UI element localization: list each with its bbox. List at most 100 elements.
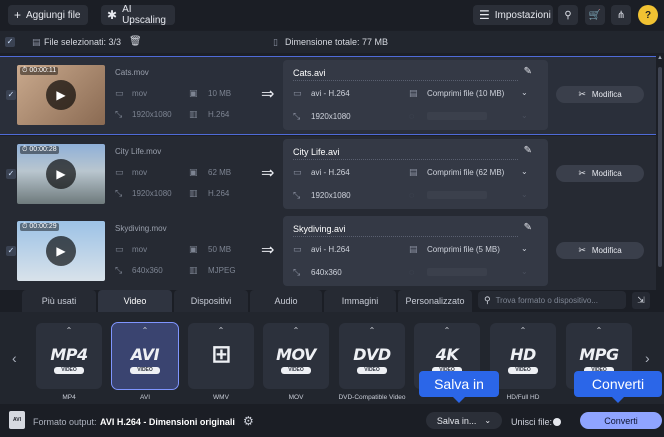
- play-icon[interactable]: ▶: [46, 159, 76, 189]
- save-in-callout: Salva in: [419, 371, 499, 403]
- output-resolution[interactable]: 1920x1080: [311, 191, 351, 200]
- subtitle-dropdown[interactable]: [427, 191, 487, 199]
- file-row[interactable]: ✓ ⏱ 00:00:29 ▶ Skydiving.mov ▭ mov ▣ 50 …: [0, 213, 656, 290]
- resize-icon: ⤡: [293, 111, 301, 121]
- windows-logo-icon: ⊞: [211, 340, 231, 368]
- video-thumbnail[interactable]: ⏱ 00:00:29 ▶: [17, 221, 105, 281]
- compress-dropdown[interactable]: Comprimi file (10 MB): [427, 89, 504, 98]
- merge-toggle[interactable]: [553, 418, 561, 426]
- help-icon[interactable]: ?: [638, 5, 658, 25]
- rename-pencil-icon[interactable]: ✎: [524, 66, 532, 77]
- output-file-name[interactable]: Skydiving.avi: [293, 224, 346, 234]
- share-icon[interactable]: ⋔: [611, 5, 631, 25]
- chevron-down-icon[interactable]: ⌄: [521, 167, 528, 176]
- convert-button[interactable]: Converti: [580, 412, 662, 429]
- resize-icon: ⤡: [115, 109, 123, 119]
- format-logo: MPG: [579, 345, 619, 364]
- chevron-down-icon[interactable]: ⌄: [521, 88, 528, 97]
- subtitle-dropdown[interactable]: [427, 268, 487, 276]
- tab-audio[interactable]: Audio: [250, 290, 322, 312]
- chevron-down-icon[interactable]: ⌄: [521, 190, 528, 199]
- format-hd[interactable]: ⌃ HD VIDEO: [490, 323, 556, 389]
- output-settings-panel: Skydiving.avi ✎ ▭ avi - H.264 ▤ Comprimi…: [283, 216, 548, 286]
- output-file-name[interactable]: Cats.avi: [293, 68, 326, 78]
- export-format-icon[interactable]: ⇲: [632, 292, 650, 309]
- chevron-down-icon[interactable]: ⌄: [521, 111, 528, 120]
- film-icon: ▭: [115, 244, 124, 254]
- file-checkbox[interactable]: ✓: [6, 169, 16, 179]
- save-in-button[interactable]: Salva in... ⌄: [426, 412, 502, 429]
- file-row[interactable]: ✓ ⏱ 00:00:28 ▶ City Life.mov ▭ mov ▣ 62 …: [0, 136, 656, 213]
- edit-button[interactable]: ✂ Modifica: [556, 86, 644, 103]
- settings-button[interactable]: ☰ Impostazioni: [473, 5, 553, 25]
- output-resolution[interactable]: 640x360: [311, 268, 342, 277]
- edit-button[interactable]: ✂ Modifica: [556, 242, 644, 259]
- rename-pencil-icon[interactable]: ✎: [524, 145, 532, 156]
- tab-custom[interactable]: Personalizzato: [398, 290, 472, 312]
- chevron-left-icon[interactable]: ‹: [12, 350, 17, 366]
- file-checkbox[interactable]: ✓: [6, 90, 16, 100]
- caret-up-icon: ⌃: [595, 326, 603, 335]
- scroll-up-icon[interactable]: ▲: [656, 55, 664, 61]
- rename-pencil-icon[interactable]: ✎: [524, 222, 532, 233]
- list-scrollbar[interactable]: ▲: [656, 55, 664, 287]
- ai-chip-icon: ✱: [107, 8, 118, 22]
- source-size: 62 MB: [208, 168, 232, 177]
- scissors-icon: ✂: [578, 245, 586, 255]
- output-codec[interactable]: avi - H.264: [311, 89, 350, 98]
- add-files-button[interactable]: + Aggiungi file: [8, 5, 88, 25]
- trash-icon[interactable]: 🗑: [129, 36, 142, 47]
- edit-button[interactable]: ✂ Modifica: [556, 165, 644, 182]
- format-dvd[interactable]: ⌃ DVD VIDEO: [339, 323, 405, 389]
- file-row[interactable]: ✓ ⏱ 00:00:11 ▶ Cats.mov ▭ mov ▣ 10 MB ⤡ …: [0, 56, 657, 135]
- output-codec[interactable]: avi - H.264: [311, 245, 350, 254]
- format-mov[interactable]: ⌃ MOV VIDEO: [263, 323, 329, 389]
- search-icon[interactable]: ⚲: [558, 5, 578, 25]
- film-icon: ▭: [293, 244, 302, 254]
- subtitle-dropdown[interactable]: [427, 112, 487, 120]
- format-grid: ‹ › ⌃ MP4 VIDEO ⌃ AVI VIDEO ⌃ ⊞ ⌃ MOV VI…: [0, 312, 664, 404]
- play-icon[interactable]: ▶: [46, 236, 76, 266]
- ai-upscaling-button[interactable]: ✱ AI Upscaling: [101, 4, 175, 26]
- video-thumbnail[interactable]: ⏱ 00:00:28 ▶: [17, 144, 105, 204]
- source-resolution: 1920x1080: [132, 189, 172, 198]
- scrollbar-thumb[interactable]: [658, 67, 662, 267]
- duration-text: 00:00:28: [29, 146, 57, 153]
- output-codec[interactable]: avi - H.264: [311, 168, 350, 177]
- format-search[interactable]: ⚲ Trova formato o dispositivo...: [478, 291, 626, 309]
- edit-label: Modifica: [591, 169, 622, 178]
- callout-tail: [612, 397, 624, 403]
- scissors-icon: ✂: [578, 89, 586, 99]
- name-underline: [293, 236, 518, 237]
- format-avi[interactable]: ⌃ AVI VIDEO: [111, 322, 179, 390]
- output-resolution[interactable]: 1920x1080: [311, 112, 351, 121]
- duration-text: 00:00:11: [29, 67, 57, 74]
- tab-images[interactable]: Immagini: [324, 290, 396, 312]
- select-all-checkbox[interactable]: ✓: [5, 37, 15, 47]
- selected-files-count: File selezionati: 3/3: [44, 37, 122, 47]
- format-mp4[interactable]: ⌃ MP4 VIDEO: [36, 323, 102, 389]
- name-underline: [293, 159, 518, 160]
- settings-label: Impostazioni: [494, 9, 551, 21]
- play-icon[interactable]: ▶: [46, 80, 76, 110]
- format-sub: VIDEO: [508, 367, 538, 374]
- format-logo: MP4: [50, 345, 88, 364]
- compress-dropdown[interactable]: Comprimi file (62 MB): [427, 168, 504, 177]
- tab-devices[interactable]: Dispositivi: [174, 290, 248, 312]
- output-file-name[interactable]: City Life.avi: [293, 147, 340, 157]
- tab-most-used[interactable]: Più usati: [22, 290, 96, 312]
- chevron-right-icon[interactable]: ›: [645, 350, 650, 366]
- tab-video[interactable]: Video: [98, 290, 172, 312]
- format-sub: VIDEO: [357, 367, 387, 374]
- source-resolution: 1920x1080: [132, 110, 172, 119]
- chevron-down-icon[interactable]: ⌄: [521, 267, 528, 276]
- cart-icon[interactable]: 🛒: [585, 5, 605, 25]
- file-checkbox[interactable]: ✓: [6, 246, 16, 256]
- compress-dropdown[interactable]: Comprimi file (5 MB): [427, 245, 500, 254]
- format-wmv[interactable]: ⌃ ⊞: [188, 323, 254, 389]
- chevron-down-icon[interactable]: ⌄: [521, 244, 528, 253]
- compress-icon: ▤: [409, 244, 418, 254]
- disk-icon: ▣: [189, 167, 198, 177]
- video-thumbnail[interactable]: ⏱ 00:00:11 ▶: [17, 65, 105, 125]
- gear-icon[interactable]: ⚙: [243, 414, 254, 428]
